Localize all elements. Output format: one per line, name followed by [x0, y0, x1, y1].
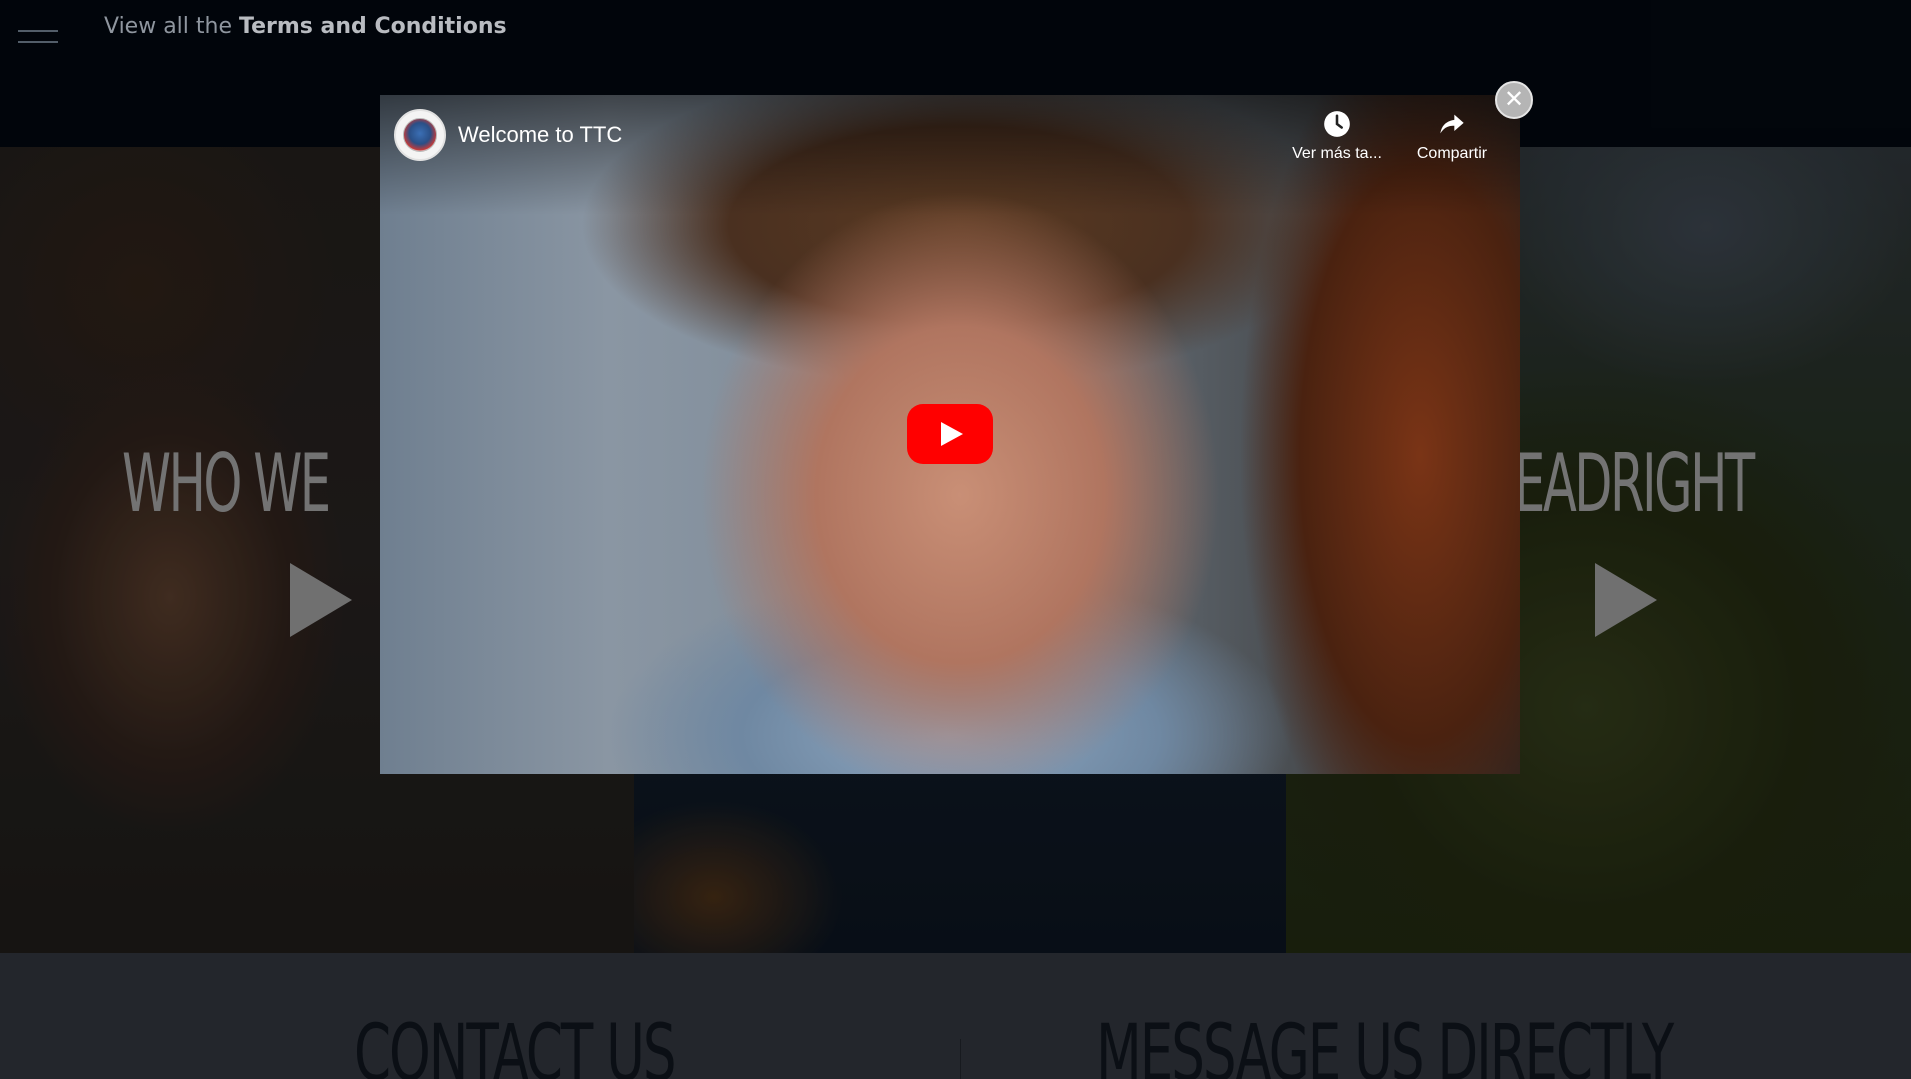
watch-later-button[interactable]: Ver más ta...	[1282, 110, 1392, 170]
youtube-play-icon[interactable]	[907, 404, 993, 464]
share-arrow-icon	[1440, 114, 1464, 134]
clock-icon	[1324, 111, 1350, 137]
share-label: Compartir	[1416, 145, 1488, 162]
share-button[interactable]: Compartir	[1397, 110, 1507, 170]
watch-later-label: Ver más ta...	[1292, 145, 1382, 162]
channel-logo-icon	[403, 118, 437, 152]
channel-avatar[interactable]	[394, 109, 446, 161]
youtube-video-player[interactable]: Welcome to TTC Ver más ta... Compartir	[380, 95, 1520, 774]
close-icon[interactable]: ✕	[1495, 81, 1533, 119]
video-title[interactable]: Welcome to TTC	[458, 122, 622, 148]
